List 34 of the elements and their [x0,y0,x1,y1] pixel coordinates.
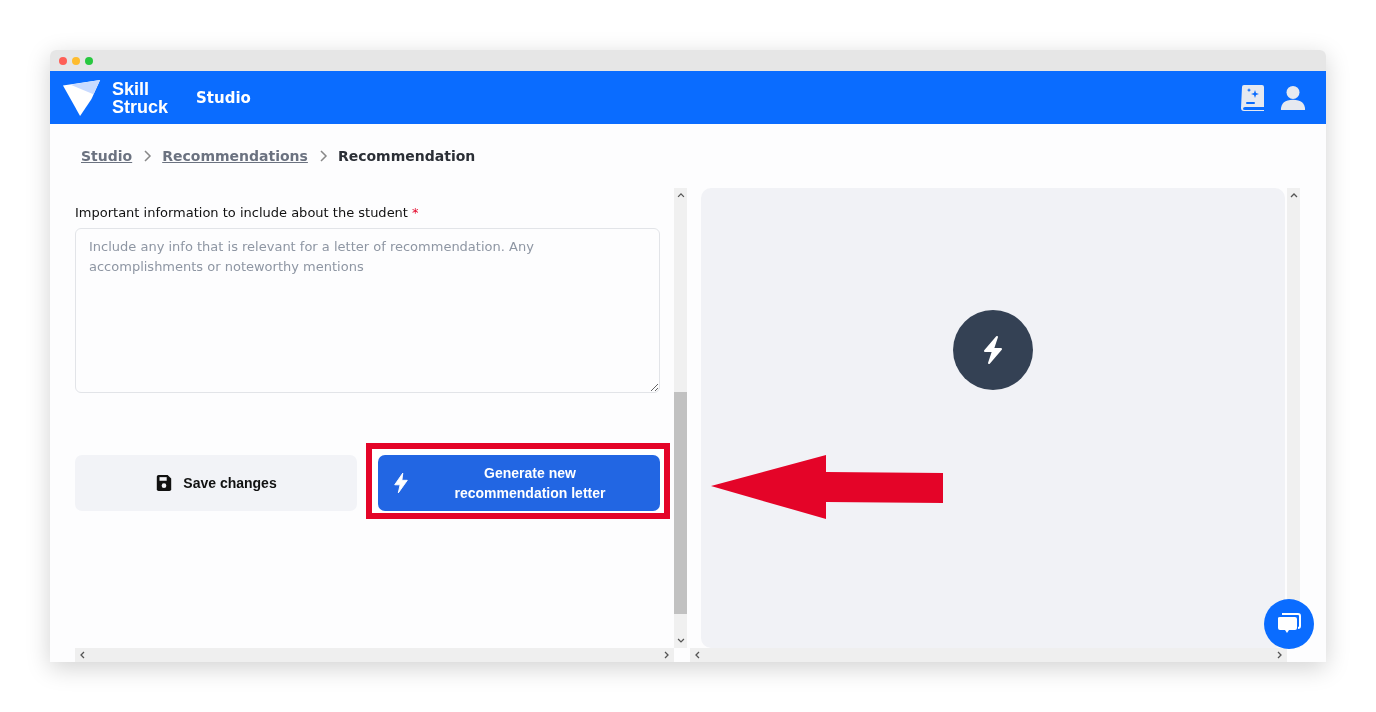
studio-link[interactable]: Studio [196,88,251,107]
minimize-dot[interactable] [72,56,80,65]
scroll-up-icon[interactable] [675,191,686,199]
scrollbar[interactable] [1287,188,1300,593]
scroll-down-icon[interactable] [675,637,686,645]
save-icon [155,474,174,492]
scrollbar[interactable] [690,648,1287,662]
save-button[interactable]: Save changes [75,455,357,511]
breadcrumb-link[interactable]: Studio [81,148,133,164]
close-dot[interactable] [59,56,67,65]
maximize-dot[interactable] [85,56,93,65]
scroll-right-icon[interactable] [1276,650,1284,660]
chevron-right-icon [317,149,328,163]
user-icon[interactable] [1280,83,1306,112]
lightning-icon [953,310,1033,390]
generate-button[interactable]: Generate new recommendation letter [378,455,660,511]
brand-name: Struck [112,97,169,116]
brand-name: Skill [112,79,151,98]
scroll-up-icon[interactable] [1288,191,1299,199]
chevron-right-icon [142,149,153,163]
scroll-left-icon[interactable] [78,650,86,660]
info-textarea[interactable]: Include any info that is relevant for a letter of recommendation. Any accomplishments or noteworthy mentions [75,228,660,393]
book-sparkle-icon[interactable] [1240,83,1266,112]
chat-button[interactable] [1264,599,1314,649]
logo-icon[interactable] [62,77,102,118]
breadcrumb-current[interactable]: Recommendation [337,148,476,164]
scrollbar[interactable] [75,648,674,662]
required-mark: * [411,205,419,220]
lightning-icon [392,472,410,494]
scroll-right-icon[interactable] [663,650,671,660]
scrollbar[interactable] [674,188,687,648]
scroll-left-icon[interactable] [693,650,701,660]
breadcrumb-link[interactable]: Recommendations [162,148,308,164]
field-label: Important information to include about the student [75,205,408,220]
